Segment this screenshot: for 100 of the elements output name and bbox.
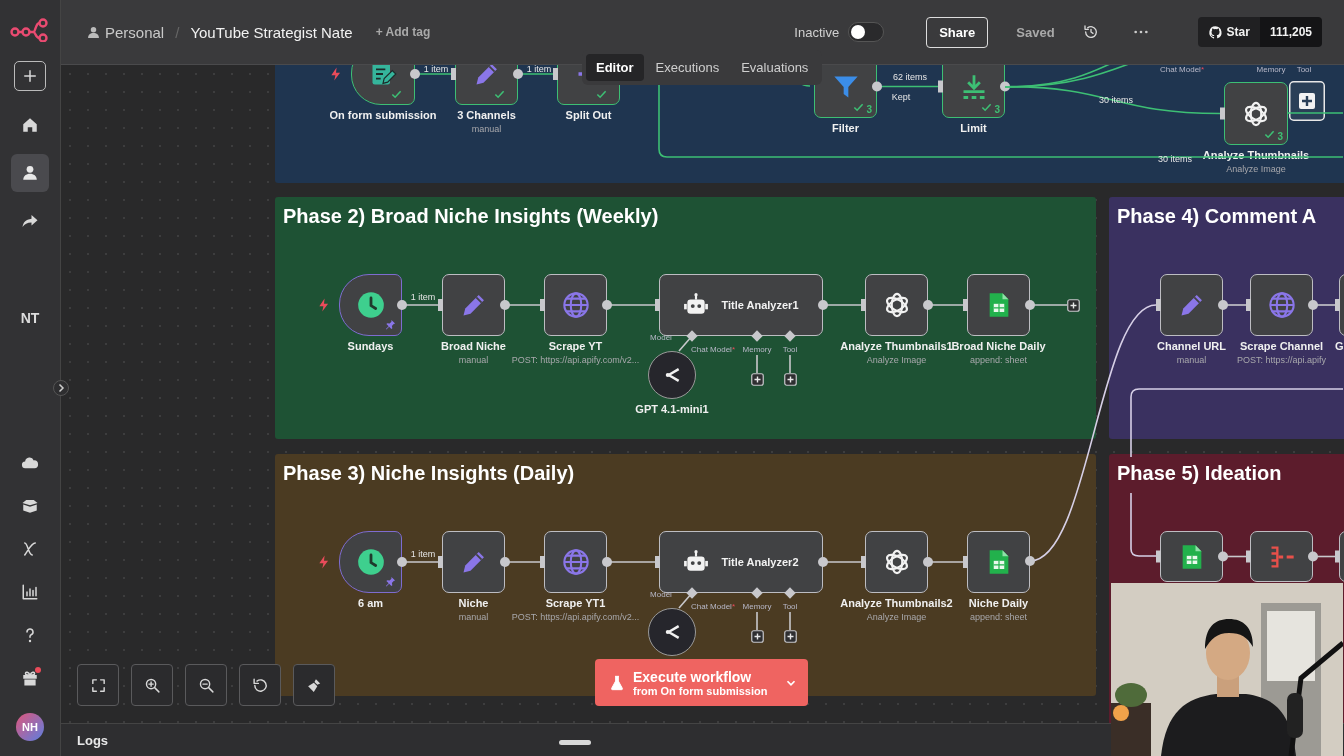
- workflow-node[interactable]: [865, 274, 928, 336]
- view-tab[interactable]: Executions: [645, 54, 730, 81]
- output-port[interactable]: [1218, 551, 1228, 562]
- input-port[interactable]: [861, 556, 866, 568]
- output-port[interactable]: [410, 69, 420, 79]
- workflow-node[interactable]: [544, 274, 607, 336]
- workflow-node[interactable]: 3: [814, 65, 877, 118]
- input-port[interactable]: [1335, 299, 1340, 311]
- agent-node[interactable]: Title Analyzer1: [659, 274, 823, 336]
- port-label: Chat Model*: [1160, 65, 1204, 74]
- person-button[interactable]: [11, 154, 49, 192]
- logs-toggle[interactable]: Logs: [77, 732, 109, 748]
- workflow-node[interactable]: [1250, 274, 1313, 336]
- output-port[interactable]: [1308, 551, 1318, 562]
- input-port[interactable]: [1156, 550, 1161, 563]
- output-port[interactable]: [818, 557, 828, 567]
- workflow-node[interactable]: [967, 531, 1030, 593]
- port-handle[interactable]: [751, 330, 763, 342]
- add-node-button[interactable]: [1289, 81, 1325, 121]
- output-port[interactable]: [818, 300, 828, 310]
- input-port[interactable]: [553, 68, 558, 80]
- port-handle[interactable]: [784, 587, 796, 599]
- output-port[interactable]: [1218, 300, 1228, 310]
- node-name: GPT 4.1-mini1: [635, 403, 709, 415]
- output-port[interactable]: [1025, 556, 1035, 566]
- workflow-node[interactable]: 3: [1224, 82, 1288, 145]
- workflow-node[interactable]: 3: [942, 65, 1005, 118]
- add-node-button[interactable]: [1067, 299, 1080, 312]
- workflow-node[interactable]: [442, 531, 505, 593]
- input-port[interactable]: [655, 299, 660, 311]
- workflow-node[interactable]: [1160, 274, 1223, 336]
- output-port[interactable]: [602, 557, 612, 567]
- add-memory-button[interactable]: [751, 373, 764, 386]
- workflow-node[interactable]: [544, 531, 607, 593]
- active-toggle[interactable]: [848, 22, 885, 42]
- input-port[interactable]: [861, 299, 866, 311]
- workflow-node[interactable]: [1160, 531, 1223, 582]
- workflow-name[interactable]: YouTube Strategist Nate: [190, 23, 353, 41]
- fit-view-button[interactable]: [77, 664, 119, 706]
- output-port[interactable]: [397, 557, 407, 567]
- output-port[interactable]: [602, 300, 612, 310]
- project-initials[interactable]: NT: [20, 310, 40, 326]
- plus-button[interactable]: [14, 61, 46, 91]
- input-port[interactable]: [540, 556, 545, 568]
- output-port[interactable]: [923, 300, 933, 310]
- workflow-node[interactable]: [1250, 531, 1313, 582]
- input-port[interactable]: [438, 556, 443, 568]
- input-port[interactable]: [540, 299, 545, 311]
- output-port[interactable]: [397, 300, 407, 310]
- workflow-node[interactable]: [967, 274, 1030, 336]
- star-button[interactable]: Star: [1197, 17, 1260, 47]
- input-port[interactable]: [963, 556, 968, 568]
- port-label: Tool: [782, 601, 798, 611]
- input-port[interactable]: [451, 68, 456, 80]
- app-logo[interactable]: [10, 18, 50, 42]
- add-tag-link[interactable]: + Add tag: [375, 25, 431, 39]
- input-port[interactable]: [1246, 299, 1251, 311]
- history-icon[interactable]: [1082, 24, 1099, 40]
- output-port[interactable]: [1308, 300, 1318, 310]
- group-title: Phase 4) Comment A: [1116, 204, 1318, 229]
- input-port[interactable]: [1246, 550, 1251, 563]
- workflow-node[interactable]: [865, 531, 928, 593]
- view-tab[interactable]: Editor: [586, 54, 644, 81]
- input-port[interactable]: [655, 556, 660, 568]
- reset-button[interactable]: [239, 664, 281, 706]
- output-port[interactable]: [872, 81, 882, 92]
- input-port[interactable]: [1156, 299, 1161, 311]
- input-port[interactable]: [1220, 107, 1225, 120]
- agent-node[interactable]: Title Analyzer2: [659, 531, 823, 593]
- output-port[interactable]: [513, 69, 523, 79]
- port-handle[interactable]: [686, 587, 698, 599]
- flask-icon: [609, 674, 625, 691]
- user-avatar[interactable]: NH: [16, 713, 44, 741]
- input-port[interactable]: [963, 299, 968, 311]
- workflow-node[interactable]: [442, 274, 505, 336]
- person-icon: [87, 25, 100, 39]
- check-icon: [853, 102, 864, 113]
- zoom-in-button[interactable]: [131, 664, 173, 706]
- port-handle[interactable]: [784, 330, 796, 342]
- port-handle[interactable]: [751, 587, 763, 599]
- add-tool-button[interactable]: [784, 373, 797, 386]
- add-memory-button[interactable]: [751, 630, 764, 643]
- expand-sidebar-button[interactable]: [53, 380, 69, 396]
- edge-label: 62 items: [893, 72, 927, 82]
- chart-icon: [21, 583, 39, 601]
- output-port[interactable]: [500, 557, 510, 567]
- output-port[interactable]: [1025, 300, 1035, 310]
- input-port[interactable]: [1335, 550, 1340, 563]
- broom-button[interactable]: [293, 664, 335, 706]
- resize-handle[interactable]: [559, 740, 591, 745]
- add-tool-button[interactable]: [784, 630, 797, 643]
- share-button[interactable]: Share: [926, 16, 989, 48]
- port-handle[interactable]: [686, 330, 698, 342]
- project-link[interactable]: Personal: [105, 23, 165, 41]
- output-port[interactable]: [923, 557, 933, 567]
- input-port[interactable]: [438, 299, 443, 311]
- input-port[interactable]: [938, 80, 943, 93]
- output-port[interactable]: [500, 300, 510, 310]
- cat-icon: [1207, 24, 1223, 40]
- zoom-out-button[interactable]: [185, 664, 227, 706]
